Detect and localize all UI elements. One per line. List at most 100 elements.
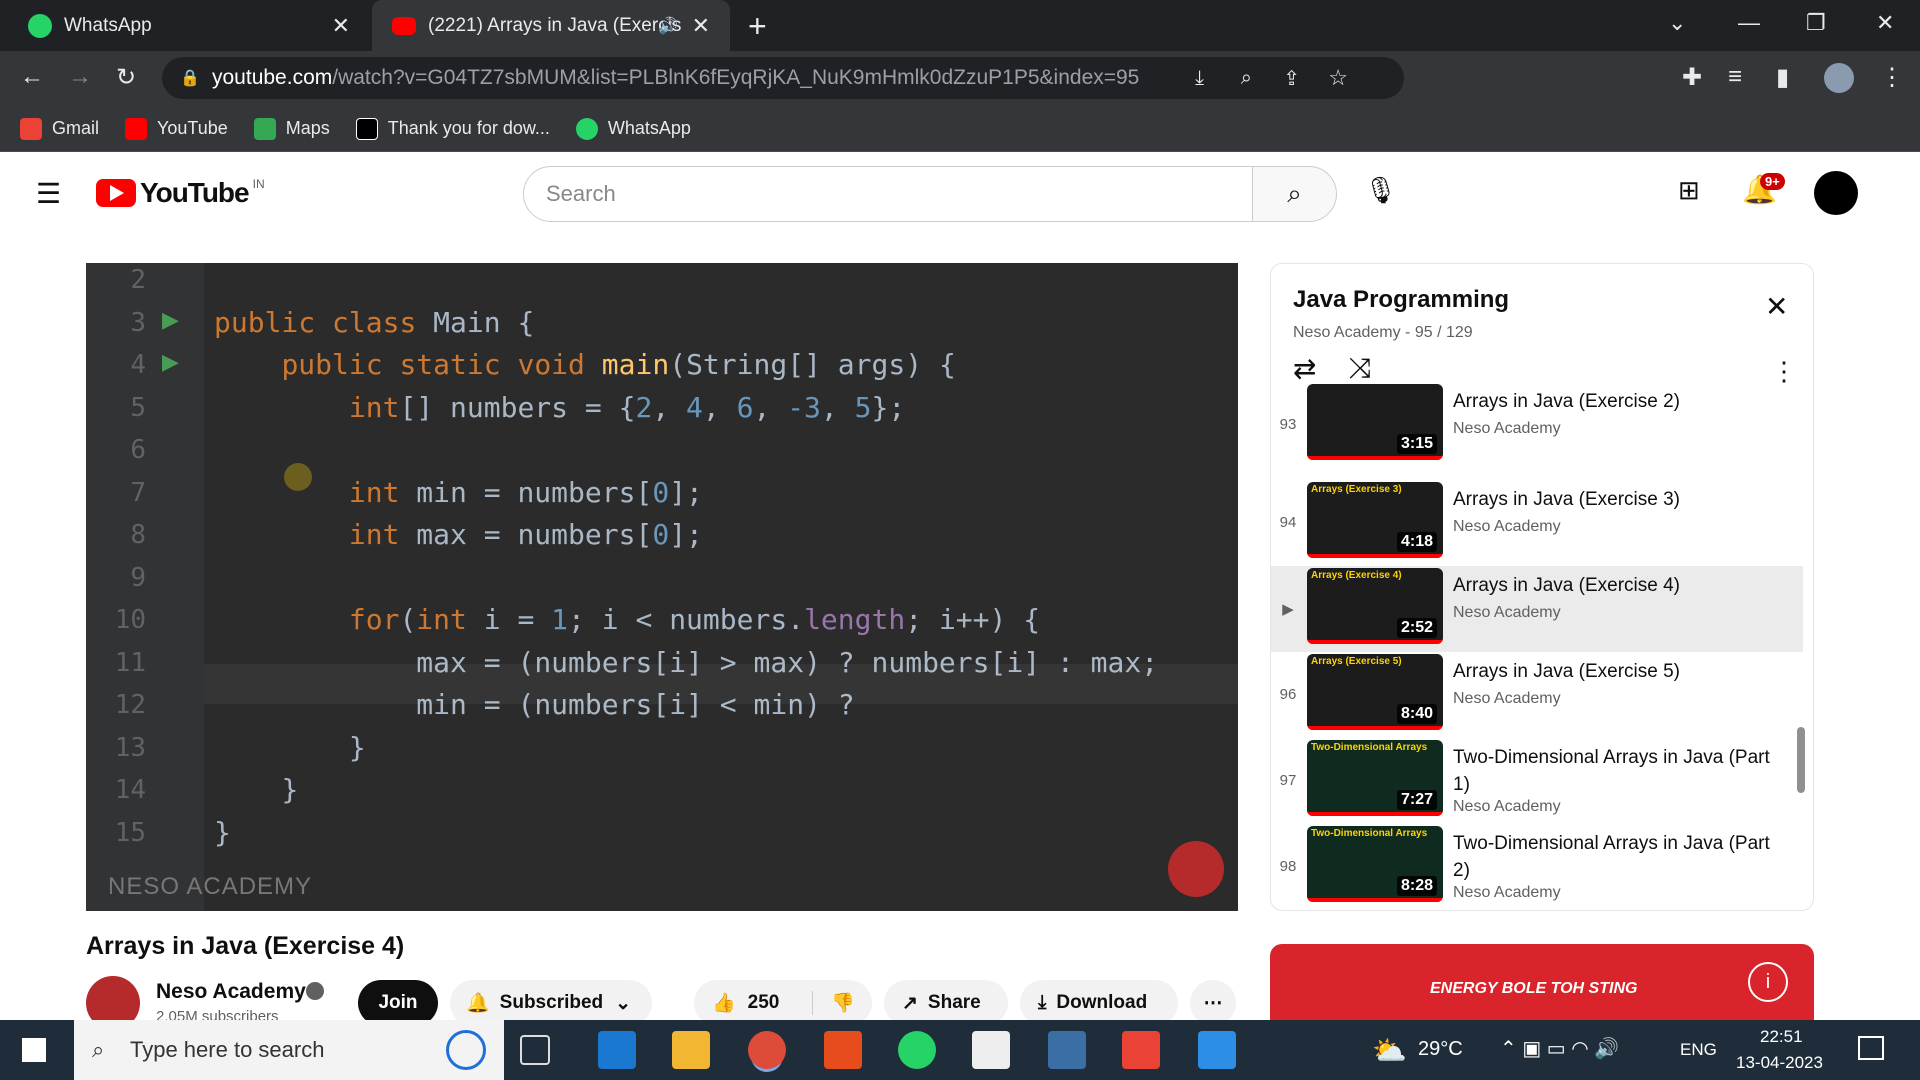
menu-icon[interactable]: ⋮ (1880, 63, 1904, 92)
reading-list-icon[interactable]: ≡ (1728, 63, 1742, 91)
mysql-icon[interactable] (1048, 1031, 1086, 1069)
playlist-item[interactable]: 93 3:15 Arrays in Java (Exercise 2) Neso Ac… (1271, 382, 1803, 460)
window-close-icon[interactable]: ✕ (1876, 10, 1894, 36)
bookmark-star-icon[interactable]: ☆ (1328, 65, 1348, 91)
language-indicator[interactable]: ENG (1680, 1040, 1717, 1060)
playlist-scrollbar[interactable] (1797, 727, 1805, 793)
logo-text: YouTube (140, 177, 250, 208)
browser-toolbar: ← → ↻ 🔒 youtube.com/watch?v=G04TZ7sbMUM&… (0, 51, 1920, 106)
file-explorer-icon[interactable] (672, 1031, 710, 1069)
chrome-icon[interactable] (748, 1031, 786, 1069)
restore-icon[interactable]: ❐ (1806, 10, 1826, 36)
playlist-index: 98 (1279, 858, 1297, 875)
youtube-icon (392, 16, 416, 35)
line-number: 10 (114, 605, 146, 635)
whatsapp-icon[interactable] (898, 1031, 936, 1069)
video-thumbnail[interactable]: Two-Dimensional Arrays 8:28 (1307, 826, 1443, 902)
playlist-item[interactable]: 97 Two-Dimensional Arrays 7:27 Two-Dimensio… (1271, 738, 1803, 824)
profile-avatar[interactable] (1824, 63, 1854, 93)
loop-icon[interactable]: ⇄ (1293, 352, 1316, 385)
new-tab-button[interactable]: + (748, 8, 767, 45)
tab-whatsapp[interactable]: WhatsApp ✕ (0, 0, 370, 51)
microphone-icon[interactable]: 🎙 (1364, 175, 1397, 206)
gmail-icon[interactable] (1122, 1031, 1160, 1069)
task-view-icon[interactable] (520, 1035, 550, 1065)
neso-logo-icon (1168, 841, 1224, 897)
speaker-icon[interactable]: 🔊 (658, 16, 678, 36)
info-icon[interactable]: i (1748, 962, 1788, 1002)
address-bar[interactable]: 🔒 youtube.com/watch?v=G04TZ7sbMUM&list=P… (162, 57, 1404, 99)
video-thumbnail[interactable]: Arrays (Exercise 5) 8:40 (1307, 654, 1443, 730)
playlist-item-channel: Neso Academy (1453, 420, 1561, 437)
search-input[interactable]: Search (523, 166, 1253, 222)
video-player[interactable]: 2 3 4 5 6 7 8 9 10 11 12 13 14 15 public class Main {… (86, 263, 1238, 911)
bing-icon[interactable] (446, 1030, 486, 1070)
back-icon[interactable]: ← (20, 63, 44, 91)
clock-date[interactable]: 13-04-2023 (1736, 1053, 1823, 1073)
url-host: youtube.com (212, 66, 333, 89)
watch-progress-bar (1307, 554, 1443, 558)
minimize-icon[interactable]: — (1738, 10, 1760, 36)
notifications-icon[interactable] (1858, 1036, 1884, 1060)
close-icon[interactable]: ✕ (332, 13, 350, 39)
editor-app-icon[interactable] (972, 1031, 1010, 1069)
office-icon[interactable] (824, 1031, 862, 1069)
create-video-icon[interactable]: ⊞ (1678, 175, 1700, 206)
tray-icons[interactable]: ⌃ ▣ ▭ ◠ 🔊 (1500, 1036, 1619, 1061)
tab-title: (2221) Arrays in Java (Exercis (428, 14, 682, 36)
browser-tab-strip: WhatsApp ✕ (2221) Arrays in Java (Exerci… (0, 0, 1920, 51)
close-icon[interactable]: ✕ (692, 13, 710, 39)
download-icon: ⤓ (1038, 992, 1047, 1013)
youtube-logo[interactable]: YouTube IN (96, 177, 265, 209)
tab-search-icon[interactable]: ⌄ (1668, 10, 1686, 36)
tab-youtube[interactable]: (2221) Arrays in Java (Exercis 🔊 ✕ (372, 0, 730, 51)
side-panel-icon[interactable]: ▮ (1776, 63, 1789, 92)
playlist-index: 97 (1279, 772, 1297, 789)
video-thumbnail[interactable]: Arrays (Exercise 4) 2:52 (1307, 568, 1443, 644)
video-duration: 8:28 (1396, 876, 1437, 896)
close-icon[interactable]: ✕ (1765, 290, 1788, 323)
search-button[interactable]: ⌕ (1252, 166, 1337, 222)
video-thumbnail[interactable]: Arrays (Exercise 3) 4:18 (1307, 482, 1443, 558)
clock-time[interactable]: 22:51 (1760, 1027, 1803, 1047)
playlist-item[interactable]: 98 Two-Dimensional Arrays 8:28 Two-Dimensio… (1271, 824, 1803, 910)
dislike-button[interactable]: 👎 (812, 991, 855, 1015)
account-avatar[interactable] (1814, 171, 1858, 215)
bookmark-whatsapp[interactable]: WhatsApp (575, 117, 691, 140)
video-thumbnail[interactable]: Two-Dimensional Arrays 7:27 (1307, 740, 1443, 816)
install-icon[interactable]: ⤓ (1195, 67, 1204, 90)
bookmark-gmail[interactable]: Gmail (20, 117, 99, 140)
channel-name[interactable]: Neso Academy (156, 980, 306, 1004)
thumbnail-label: Arrays (Exercise 4) (1311, 570, 1402, 581)
playlist-item[interactable]: 96 Arrays (Exercise 5) 8:40 Arrays in Java … (1271, 652, 1803, 738)
share-icon[interactable]: ⇪ (1283, 66, 1300, 91)
line-number: 6 (130, 435, 146, 465)
taskbar-search-input[interactable]: ⌕ Type here to search (74, 1020, 504, 1080)
bookmark-jetbrains[interactable]: Thank you for dow... (355, 117, 550, 140)
bookmark-maps[interactable]: Maps (253, 117, 330, 140)
video-thumbnail[interactable]: 3:15 (1307, 384, 1443, 460)
now-playing-icon: ▶ (1282, 601, 1294, 618)
zoom-icon[interactable]: ⌕ (1241, 67, 1252, 90)
line-number: 14 (114, 775, 146, 805)
bookmark-youtube[interactable]: YouTube (125, 117, 228, 140)
shuffle-icon[interactable]: ⤨ (1349, 352, 1371, 385)
youtube-header: ☰ YouTube IN Search ⌕ 🎙 ⊞ 🔔 9+ (0, 153, 1920, 233)
extensions-icon[interactable]: ✚ (1682, 63, 1702, 92)
playlist-subtitle: Neso Academy - 95 / 129 (1293, 324, 1473, 341)
reload-icon[interactable]: ↻ (116, 63, 136, 92)
playlist-index: 96 (1279, 686, 1297, 703)
ad-banner[interactable]: ENERGY BOLE TOH STING i (1270, 944, 1814, 1024)
playlist-item-title: Arrays in Java (Exercise 2) (1453, 391, 1681, 412)
maps-icon (253, 117, 276, 140)
taskbar: ⌕ Type here to search ⛅ 29°C ⌃ ▣ ▭ ◠ 🔊 E… (0, 1020, 1920, 1080)
forward-icon[interactable]: → (68, 63, 92, 91)
hamburger-menu-icon[interactable]: ☰ (36, 177, 61, 210)
code-line: for(int i = 1; i < numbers.length; i++) … (348, 603, 1041, 636)
mail-icon[interactable] (598, 1031, 636, 1069)
weather-icon[interactable]: ⛅ (1372, 1034, 1407, 1067)
playlist-item[interactable]: 94 Arrays (Exercise 3) 4:18 Arrays in Java … (1271, 480, 1803, 566)
playlist-item[interactable]: ▶ Arrays (Exercise 4) 2:52 Arrays in Java (… (1271, 566, 1803, 652)
vscode-icon[interactable] (1198, 1031, 1236, 1069)
start-icon[interactable] (22, 1038, 46, 1062)
